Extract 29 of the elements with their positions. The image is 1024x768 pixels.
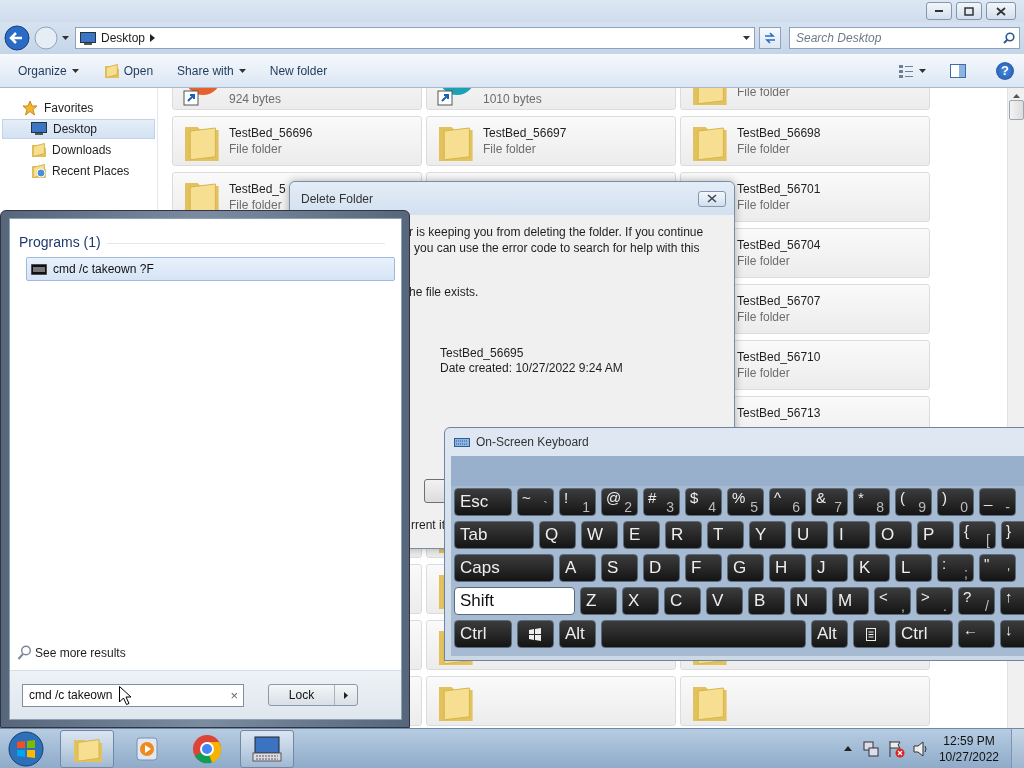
- file-type: File folder: [737, 142, 791, 156]
- file-date: Date created: 10/27/2022 9:24 AM: [439, 361, 624, 375]
- file-type: 924 bytes: [229, 92, 282, 106]
- file-type: File folder: [229, 142, 283, 156]
- file-type: File folder: [737, 198, 791, 212]
- clock-time: 12:59 PM: [943, 732, 995, 749]
- message-text: he file exists.: [409, 285, 480, 299]
- file-name: TestBed_56696: [229, 126, 313, 140]
- address-text: Desktop: [101, 31, 146, 45]
- file-name: TestBed_56698: [737, 126, 821, 140]
- window-title: On-Screen Keyboard: [476, 435, 589, 449]
- file-type: File folder: [737, 310, 791, 324]
- file-name: TestBed_56704: [737, 238, 821, 252]
- file-name: TestBed_56695: [440, 346, 525, 361]
- file-name: TestBed_56710: [737, 350, 821, 364]
- clock-date: 10/27/2022: [938, 748, 999, 765]
- file-name: TestBed_56707: [737, 294, 821, 308]
- group-heading: Programs (1): [19, 234, 101, 250]
- file-type: File folder: [737, 366, 791, 380]
- file-type: File folder: [483, 142, 537, 156]
- file-name: TestBed_56701: [737, 182, 821, 196]
- file-type: File folder: [229, 198, 283, 212]
- dialog-title: Delete Folder: [301, 191, 375, 206]
- file-type: File folder: [737, 88, 790, 99]
- file-type: File folder: [737, 254, 791, 268]
- file-name: TestBed_56713: [737, 406, 821, 420]
- file-name: TestBed_5: [229, 182, 286, 196]
- file-type: 1010 bytes: [483, 92, 542, 106]
- file-name: TestBed_56697: [483, 126, 567, 140]
